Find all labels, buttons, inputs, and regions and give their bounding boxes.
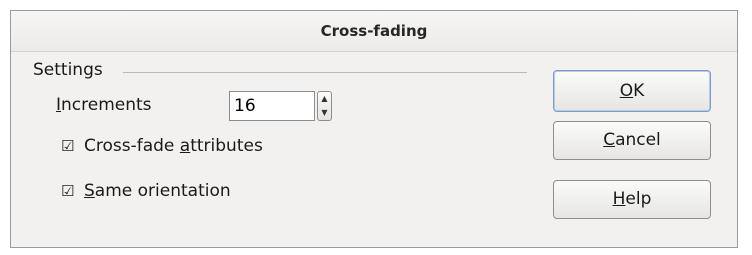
checkbox-checked-icon[interactable]: ☑ [61,137,75,155]
ok-mnemonic: O [619,81,634,101]
spin-down-icon[interactable]: ▼ [318,106,331,120]
ok-button[interactable]: OK [553,70,711,112]
help-button[interactable]: Help [553,180,711,219]
settings-group-divider [123,72,527,73]
increments-label: Increments [56,95,152,115]
ok-label-rest: K [633,81,645,101]
increments-input[interactable]: 16 [229,91,315,121]
help-mnemonic: H [612,189,626,209]
cross-fade-attributes-label-pre: Cross-fade [84,136,180,156]
same-orientation-label-post: ame orientation [94,181,231,201]
cancel-button[interactable]: Cancel [553,121,711,160]
spin-up-icon[interactable]: ▲ [318,92,331,106]
cross-fade-attributes-checkbox[interactable]: ☑ Cross-fade attributes [61,136,263,156]
settings-group-label: Settings [33,60,103,80]
same-orientation-mnemonic: S [84,181,95,201]
cancel-mnemonic: C [603,130,616,150]
cross-fading-dialog: Cross-fading Settings Increments 16 ▲ ▼ … [10,10,738,248]
cross-fade-attributes-label-post: ttributes [190,136,263,156]
cross-fade-attributes-mnemonic: a [179,136,191,156]
cancel-label-rest: ancel [615,130,661,150]
increments-label-rest: ncrements [61,95,152,115]
dialog-title: Cross-fading [11,11,737,52]
help-label-rest: elp [625,189,652,209]
checkbox-checked-icon[interactable]: ☑ [61,182,75,200]
same-orientation-checkbox[interactable]: ☑ Same orientation [61,181,231,201]
increments-spinner[interactable]: ▲ ▼ [317,91,332,121]
